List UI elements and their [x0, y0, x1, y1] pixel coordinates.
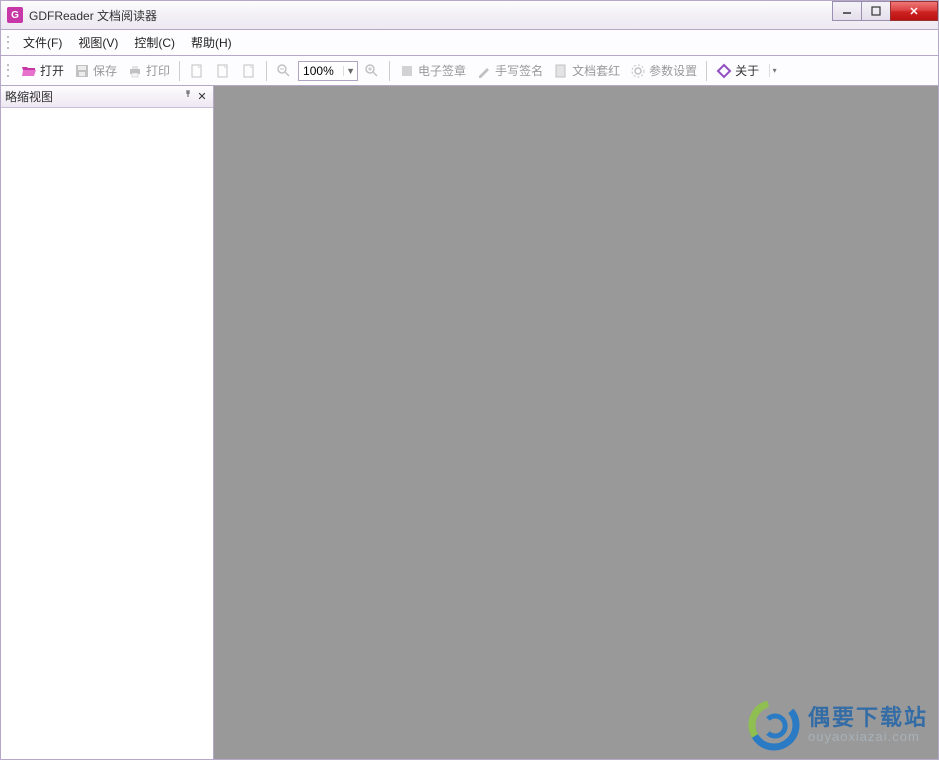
- zoom-out-icon: [276, 63, 292, 79]
- params-label: 参数设置: [649, 62, 697, 79]
- zoom-dropdown-icon[interactable]: ▼: [343, 66, 357, 76]
- app-icon: G: [7, 7, 23, 23]
- toolbar-overflow-icon[interactable]: ▾: [769, 64, 779, 77]
- menubar-grip-icon: [5, 35, 11, 51]
- thumbnail-sidebar: 略缩视图 ✕: [1, 86, 214, 759]
- maximize-button[interactable]: [861, 1, 891, 21]
- pen-icon: [476, 63, 492, 79]
- save-icon: [74, 63, 90, 79]
- close-button[interactable]: [890, 1, 938, 21]
- sidebar-close-icon[interactable]: ✕: [195, 90, 209, 103]
- print-button: 打印: [123, 60, 174, 81]
- handwrite-label: 手写签名: [495, 62, 543, 79]
- toolbar-separator: [389, 61, 390, 81]
- page-icon: [241, 63, 257, 79]
- menu-control[interactable]: 控制(C): [126, 31, 183, 54]
- zoom-out-button: [272, 61, 296, 81]
- menubar: 文件(F) 视图(V) 控制(C) 帮助(H): [0, 30, 939, 56]
- toolbar-separator: [706, 61, 707, 81]
- open-label: 打开: [40, 62, 64, 79]
- page-icon: [189, 63, 205, 79]
- watermark-cn: 偶要下载站: [808, 706, 928, 730]
- menu-help[interactable]: 帮助(H): [183, 31, 240, 54]
- about-button[interactable]: 关于: [712, 60, 763, 81]
- stamp-icon: [399, 63, 415, 79]
- esig-label: 电子签章: [418, 62, 466, 79]
- menu-file[interactable]: 文件(F): [15, 31, 70, 54]
- toolbar-grip-icon: [5, 63, 11, 79]
- print-label: 打印: [146, 62, 170, 79]
- content-area: 略缩视图 ✕ 偶要下载站 ouyaoxiazai.com: [0, 86, 939, 760]
- window-controls: [833, 1, 938, 21]
- document-viewport[interactable]: 偶要下载站 ouyaoxiazai.com: [214, 86, 938, 759]
- watermark: 偶要下载站 ouyaoxiazai.com: [748, 699, 928, 751]
- sidebar-header: 略缩视图 ✕: [1, 86, 213, 108]
- zoom-input[interactable]: [299, 64, 343, 78]
- gear-icon: [630, 63, 646, 79]
- open-button[interactable]: 打开: [17, 60, 68, 81]
- printer-icon: [127, 63, 143, 79]
- toolbar-separator: [266, 61, 267, 81]
- minimize-button[interactable]: [832, 1, 862, 21]
- titlebar: G GDFReader 文档阅读器: [0, 0, 939, 30]
- handwrite-button: 手写签名: [472, 60, 547, 81]
- page-next-button: [237, 61, 261, 81]
- redhead-label: 文档套红: [572, 62, 620, 79]
- watermark-en: ouyaoxiazai.com: [808, 730, 928, 744]
- toolbar-separator: [179, 61, 180, 81]
- document-icon: [553, 63, 569, 79]
- zoom-combo[interactable]: ▼: [298, 61, 358, 81]
- save-button: 保存: [70, 60, 121, 81]
- window-title: GDFReader 文档阅读器: [29, 7, 157, 24]
- page-icon: [215, 63, 231, 79]
- about-label: 关于: [735, 62, 759, 79]
- esig-button: 电子签章: [395, 60, 470, 81]
- page-first-button: [185, 61, 209, 81]
- about-icon: [716, 63, 732, 79]
- toolbar: 打开 保存 打印 ▼: [0, 56, 939, 86]
- zoom-in-button: [360, 61, 384, 81]
- watermark-text: 偶要下载站 ouyaoxiazai.com: [808, 706, 928, 744]
- pin-icon[interactable]: [181, 90, 195, 103]
- page-prev-button: [211, 61, 235, 81]
- thumbnail-list: [1, 108, 213, 759]
- watermark-logo-icon: [748, 699, 800, 751]
- redhead-button: 文档套红: [549, 60, 624, 81]
- params-button: 参数设置: [626, 60, 701, 81]
- folder-open-icon: [21, 63, 37, 79]
- menu-view[interactable]: 视图(V): [70, 31, 126, 54]
- save-label: 保存: [93, 62, 117, 79]
- zoom-in-icon: [364, 63, 380, 79]
- sidebar-title: 略缩视图: [5, 88, 53, 105]
